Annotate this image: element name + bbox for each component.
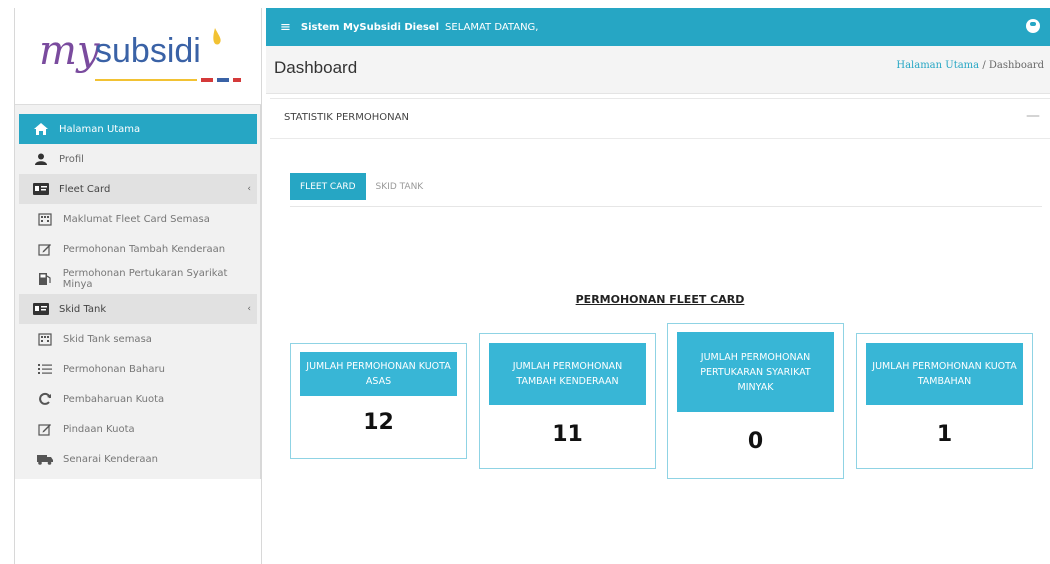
breadcrumb-separator: / [982, 60, 986, 71]
fuel-icon [37, 272, 53, 286]
breadcrumb-home-link[interactable]: Halaman Utama [896, 60, 979, 71]
section-title: PERMOHONAN FLEET CARD [575, 293, 745, 306]
tab-skid-tank[interactable]: SKID TANK [366, 173, 434, 200]
sidebar-item-pertukaran-syarikat[interactable]: Permohonan Pertukaran Syarikat Minya [19, 264, 257, 294]
sidebar-item-pembaharuan-kuota[interactable]: Pembaharuan Kuota [19, 384, 257, 414]
sidebar-item-label: Maklumat Fleet Card Semasa [63, 213, 210, 225]
stat-box-kuota-asas: JUMLAH PERMOHONAN KUOTA ASAS 12 [290, 343, 467, 459]
sidebar-item-senarai-kenderaan[interactable]: Senarai Kenderaan [19, 444, 257, 474]
list-icon [37, 362, 53, 376]
greeting: SELAMAT DATANG, [445, 21, 539, 33]
logo-area: my subsidi [15, 8, 261, 105]
breadcrumb-current: Dashboard [988, 60, 1044, 71]
sidebar-menu: Halaman Utama Profil Fleet Card ‹ Maklum… [19, 114, 257, 474]
content-header: Dashboard Halaman Utama / Dashboard [266, 46, 1050, 94]
card-header: STATISTIK PERMOHONAN — [270, 99, 1050, 139]
statistics-card: STATISTIK PERMOHONAN — FLEET CARD SKID T… [270, 98, 1050, 564]
stat-label: JUMLAH PERMOHONAN KUOTA ASAS [300, 352, 457, 396]
hamburger-menu-icon[interactable]: ≡ [280, 20, 291, 35]
tab-fleet-card[interactable]: FLEET CARD [290, 173, 366, 200]
user-icon [33, 152, 49, 166]
chevron-right-icon: ‹ [247, 184, 251, 194]
id-card-icon [33, 302, 49, 316]
sidebar-item-label: Senarai Kenderaan [63, 453, 158, 465]
sidebar-item-tambah-kenderaan[interactable]: Permohonan Tambah Kenderaan [19, 234, 257, 264]
sidebar-item-skid-tank[interactable]: Skid Tank ‹ [19, 294, 257, 324]
user-account-icon[interactable] [1026, 19, 1040, 33]
sidebar-item-label: Pindaan Kuota [63, 423, 135, 435]
sidebar: my subsidi Halaman Utama Profil Fleet Ca… [14, 8, 262, 564]
collapse-icon[interactable]: — [1026, 108, 1040, 124]
chevron-right-icon: ‹ [247, 304, 251, 314]
stat-box-kuota-tambahan: JUMLAH PERMOHONAN KUOTA TAMBAHAN 1 [856, 333, 1033, 469]
sidebar-empty-area [15, 479, 261, 564]
mysubsidi-logo[interactable]: my subsidi [37, 16, 247, 100]
stat-label: JUMLAH PERMOHONAN KUOTA TAMBAHAN [866, 343, 1023, 405]
building-icon [37, 332, 53, 346]
stat-box-tambah-kenderaan: JUMLAH PERMOHONAN TAMBAH KENDERAAN 11 [479, 333, 656, 469]
sidebar-item-label: Fleet Card [59, 183, 111, 195]
sidebar-item-label: Skid Tank semasa [63, 333, 152, 345]
page-title: Dashboard [274, 58, 358, 77]
sidebar-item-label: Profil [59, 153, 84, 165]
sidebar-item-label: Halaman Utama [59, 123, 141, 135]
home-icon [33, 122, 49, 136]
stat-label: JUMLAH PERMOHONAN PERTUKARAN SYARIKAT MI… [677, 332, 834, 412]
sidebar-item-pindaan-kuota[interactable]: Pindaan Kuota [19, 414, 257, 444]
stat-value: 0 [747, 429, 764, 454]
truck-icon [37, 452, 53, 466]
svg-text:subsidi: subsidi [95, 32, 201, 70]
sidebar-item-profil[interactable]: Profil [19, 144, 257, 174]
svg-text:my: my [39, 28, 101, 74]
edit-icon [37, 422, 53, 436]
sidebar-item-fleet-card[interactable]: Fleet Card ‹ [19, 174, 257, 204]
sidebar-item-label: Permohonan Tambah Kenderaan [63, 243, 226, 255]
edit-icon [37, 242, 53, 256]
stat-box-pertukaran-syarikat: JUMLAH PERMOHONAN PERTUKARAN SYARIKAT MI… [667, 323, 844, 479]
sidebar-item-label: Permohonan Pertukaran Syarikat Minya [62, 268, 228, 290]
topbar: ≡ Sistem MySubsidi Diesel SELAMAT DATANG… [266, 8, 1050, 46]
sidebar-item-skid-tank-semasa[interactable]: Skid Tank semasa [19, 324, 257, 354]
id-card-icon [33, 182, 49, 196]
stat-value: 1 [936, 422, 953, 447]
tabs: FLEET CARD SKID TANK [290, 173, 1042, 207]
sidebar-item-label: Permohonan Baharu [63, 363, 165, 375]
stat-label: JUMLAH PERMOHONAN TAMBAH KENDERAAN [489, 343, 646, 405]
refresh-icon [37, 392, 53, 406]
sidebar-item-maklumat-fleet-card[interactable]: Maklumat Fleet Card Semasa [19, 204, 257, 234]
sidebar-item-permohonan-baharu[interactable]: Permohonan Baharu [19, 354, 257, 384]
breadcrumb: Halaman Utama / Dashboard [896, 60, 1044, 71]
sidebar-item-halaman-utama[interactable]: Halaman Utama [19, 114, 257, 144]
sidebar-item-label: Pembaharuan Kuota [63, 393, 165, 405]
sidebar-item-label: Skid Tank [59, 303, 107, 315]
page: my subsidi Halaman Utama Profil Fleet Ca… [0, 0, 1050, 564]
stat-value: 11 [552, 422, 583, 447]
building-icon [37, 212, 53, 226]
card-title: STATISTIK PERMOHONAN [284, 112, 409, 123]
app-name: Sistem MySubsidi Diesel [300, 21, 440, 33]
stat-value: 12 [363, 410, 394, 435]
